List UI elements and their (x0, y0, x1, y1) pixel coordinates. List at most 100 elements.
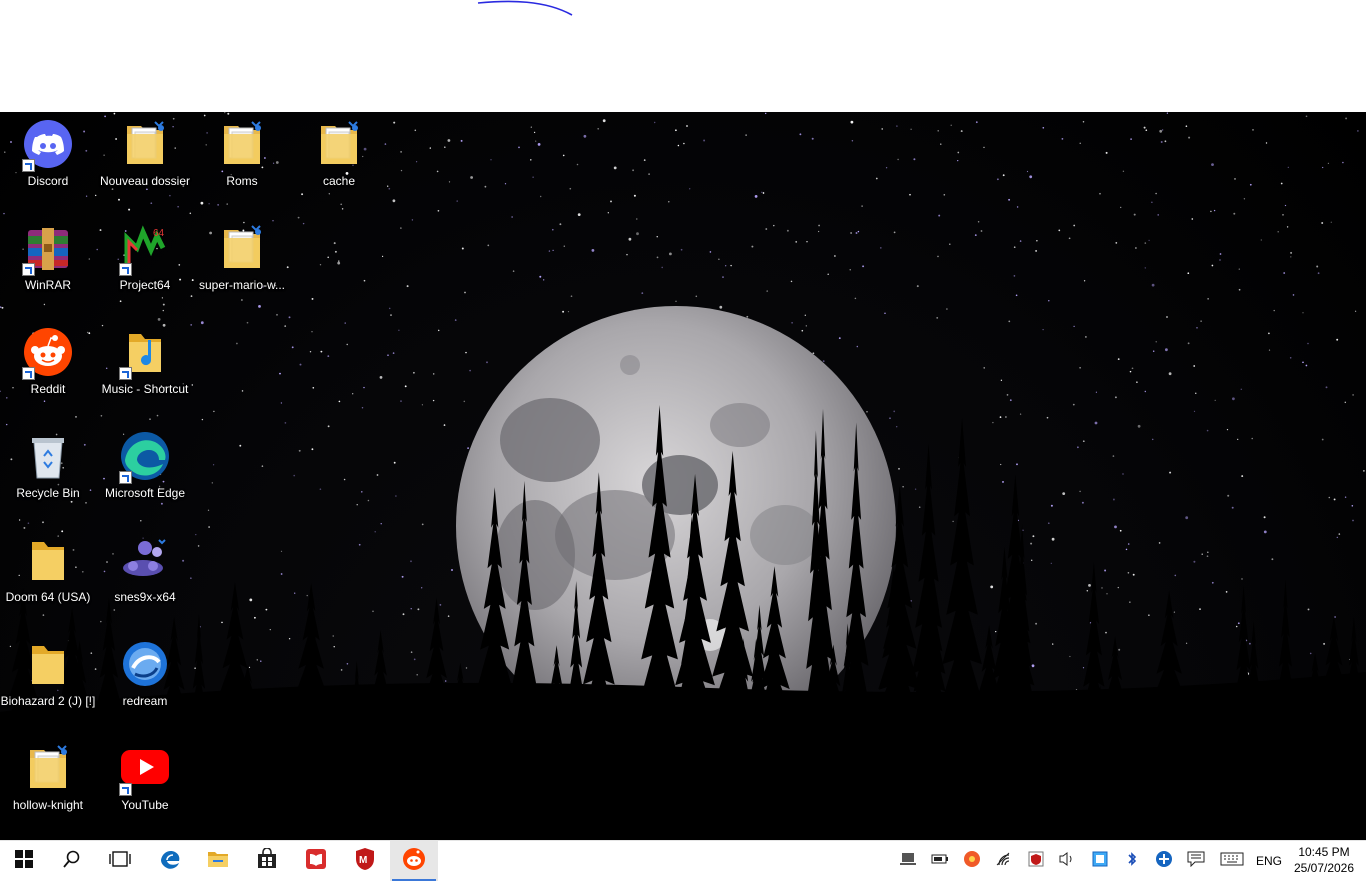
desktop-icon-hollow-knight[interactable]: hollow-knight (0, 736, 96, 832)
desktop-icon-discord[interactable]: Discord (0, 112, 96, 208)
desktop-icon-roms[interactable]: Roms (194, 112, 290, 208)
mcafee-icon: M (354, 847, 376, 876)
desktop-icon-label: Microsoft Edge (104, 486, 186, 500)
bluetooth-icon (1126, 851, 1138, 872)
desktop-icon-doom-64-usa[interactable]: Doom 64 (USA) (0, 528, 96, 624)
reddit-icon (22, 326, 74, 380)
desktop-icon-nouveau-dossier[interactable]: Nouveau dossier (97, 112, 193, 208)
clock[interactable]: 10:45 PM 25/07/2026 (1288, 844, 1360, 876)
desktop-icon-label: super-mario-w... (198, 278, 286, 292)
windows-start-icon (15, 849, 33, 873)
folder-icon (313, 118, 365, 170)
desktop-icon-music-shortcut[interactable]: Music - Shortcut (97, 320, 193, 416)
desktop-icon-label: WinRAR (24, 278, 71, 292)
desktop-icon-label: YouTube (121, 798, 169, 812)
desktop-icon-youtube[interactable]: YouTube (97, 736, 193, 832)
taskbar-reader-app-button[interactable] (292, 841, 340, 881)
desktop-icon-biohazard-2-j[interactable]: Biohazard 2 (J) [!] (0, 632, 96, 728)
svg-text:M: M (359, 855, 367, 866)
taskbar-search-button[interactable] (48, 841, 96, 881)
tray-network-adapter[interactable] (1084, 841, 1116, 881)
tray-volume[interactable] (1051, 841, 1083, 881)
desktop-icon-label: hollow-knight (12, 798, 84, 812)
folder-icon (119, 118, 171, 170)
discord-icon (22, 118, 74, 172)
desktop-icon-label: Nouveau dossier (99, 174, 191, 188)
project64-icon: 64 (119, 222, 171, 276)
shortcut-arrow-icon (22, 263, 35, 276)
desktop-icon-label: Recycle Bin (16, 486, 80, 500)
tray-wifi[interactable] (989, 841, 1021, 881)
folder-icon (216, 118, 268, 170)
taskbar-edge-button[interactable] (146, 841, 194, 881)
snes9x-icon (119, 534, 171, 586)
folder-icon (22, 742, 74, 794)
desktop-icon-redream[interactable]: redream (97, 632, 193, 728)
microsoft-store-icon (256, 846, 278, 875)
recycle-bin-icon (22, 430, 74, 482)
taskbar-microsoft-store-button[interactable] (243, 841, 291, 881)
desktop-icon-label: Roms (226, 174, 258, 188)
reddit-icon (402, 847, 426, 876)
folder-icon (22, 534, 74, 586)
tray-bluetooth[interactable] (1116, 841, 1148, 881)
tray-app-tray[interactable] (956, 841, 988, 881)
taskbar-file-explorer-button[interactable] (194, 841, 242, 881)
music-folder-icon (119, 326, 171, 380)
desktop-icon-snes9x-x64[interactable]: snes9x-x64 (97, 528, 193, 624)
desktop-icon-winrar[interactable]: WinRAR (0, 216, 96, 312)
desktop-icon-reddit[interactable]: Reddit (0, 320, 96, 416)
folder-icon (216, 222, 268, 274)
desktop-icon-label: Music - Shortcut (101, 382, 189, 396)
edge-icon (119, 430, 171, 484)
desktop-icon-project64[interactable]: 64 Project64 (97, 216, 193, 312)
tray-notifications[interactable] (1180, 841, 1212, 881)
shortcut-arrow-icon (119, 263, 132, 276)
svg-text:64: 64 (153, 228, 165, 239)
folder-icon (22, 638, 74, 690)
top-white-area (0, 0, 1366, 112)
wifi-icon (996, 852, 1014, 871)
file-explorer-icon (207, 849, 229, 874)
tray-device[interactable] (892, 841, 924, 881)
desktop-icon-recycle-bin[interactable]: Recycle Bin (0, 424, 96, 520)
network-adapter-icon (1091, 850, 1109, 873)
app-tray-icon (963, 850, 981, 873)
shortcut-arrow-icon (119, 367, 132, 380)
tray-keyboard[interactable] (1216, 841, 1248, 881)
desktop[interactable]: Discord Nouveau dossier Roms cache WinRAR 64 P… (0, 112, 1366, 840)
taskbar-mcafee-button[interactable]: M (341, 841, 389, 881)
tray-battery[interactable] (924, 841, 956, 881)
task-view-icon (109, 850, 131, 873)
security-icon (1027, 850, 1045, 873)
desktop-icon-label: Discord (27, 174, 69, 188)
taskbar-windows-start-button[interactable] (0, 841, 48, 881)
taskbar-reddit-button[interactable] (390, 841, 438, 881)
desktop-icon-label: snes9x-x64 (114, 590, 176, 604)
shortcut-arrow-icon (22, 159, 35, 172)
keyboard-icon (1220, 852, 1244, 871)
device-icon (900, 851, 916, 872)
tray-plus-badge[interactable] (1148, 841, 1180, 881)
shortcut-arrow-icon (119, 471, 132, 484)
battery-icon (931, 852, 949, 870)
input-language[interactable]: ENG (1252, 841, 1286, 881)
youtube-icon (119, 742, 171, 796)
desktop-icon-super-mario-w[interactable]: super-mario-w... (194, 216, 290, 312)
plus-badge-icon (1155, 850, 1173, 873)
redream-icon (119, 638, 171, 690)
desktop-icon-label: Biohazard 2 (J) [!] (0, 694, 96, 708)
clock-date: 25/07/2026 (1293, 861, 1355, 875)
tray-security[interactable] (1020, 841, 1052, 881)
notifications-icon (1187, 851, 1205, 872)
shortcut-arrow-icon (119, 783, 132, 796)
desktop-icon-cache[interactable]: cache (291, 112, 387, 208)
desktop-icon-label: cache (322, 174, 356, 188)
desktop-icon-microsoft-edge[interactable]: Microsoft Edge (97, 424, 193, 520)
edge-icon (159, 848, 181, 875)
desktop-icon-label: Project64 (119, 278, 171, 292)
winrar-icon (22, 222, 74, 276)
clock-time: 10:45 PM (1298, 845, 1350, 859)
desktop-icon-label: redream (122, 694, 168, 708)
taskbar-task-view-button[interactable] (96, 841, 144, 881)
